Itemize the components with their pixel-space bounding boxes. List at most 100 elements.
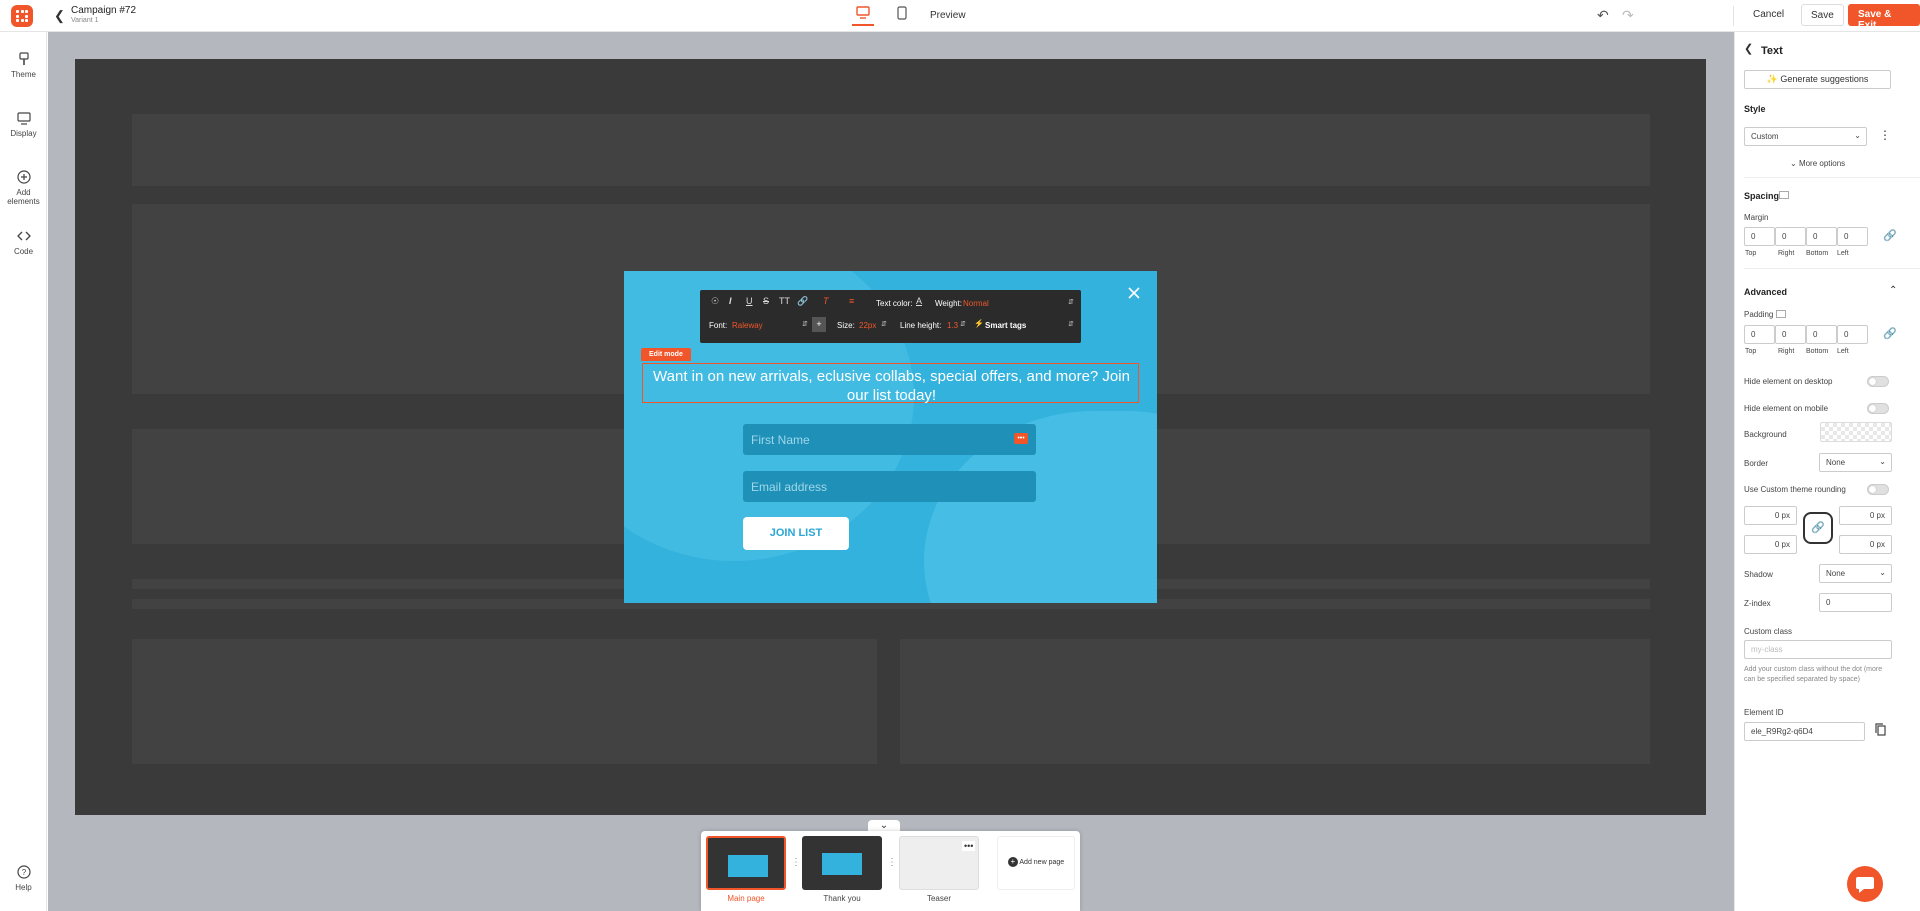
cancel-button[interactable]: Cancel (1753, 9, 1784, 20)
element-id-input[interactable]: ele_R9Rg2-q6D4 (1744, 722, 1865, 741)
app-logo[interactable] (11, 5, 33, 27)
join-list-button[interactable]: JOIN LIST (743, 517, 849, 550)
save-exit-button[interactable]: Save & Exit (1848, 4, 1920, 31)
size-select[interactable]: 22px (859, 321, 876, 330)
background-color-picker[interactable] (1820, 422, 1892, 442)
text-color-label: Text color: (876, 299, 913, 308)
drag-handle-icon[interactable]: ⋮ (887, 857, 897, 868)
back-chevron-icon[interactable]: ❮ (1744, 42, 1753, 55)
chat-button[interactable] (1847, 866, 1883, 902)
copy-icon[interactable] (1875, 723, 1886, 736)
sidebar-item-display[interactable]: Display (0, 111, 47, 138)
style-select[interactable]: Custom ⌄ (1744, 127, 1867, 146)
add-new-page-button[interactable]: + Add new page (997, 836, 1075, 890)
more-options-link[interactable]: ⌄ More options (1790, 159, 1845, 168)
clear-format-icon[interactable]: T (823, 296, 829, 306)
sidebar-item-label: Add elements (7, 188, 40, 206)
text-color-icon[interactable]: A (916, 296, 922, 306)
add-font-icon[interactable]: + (812, 317, 826, 332)
panel-title: Text (1761, 45, 1783, 57)
radius-top-left-input[interactable]: 0 px (1744, 506, 1797, 525)
zindex-label: Z-index (1744, 599, 1771, 608)
popup-headline[interactable]: Want in on new arrivals, eclusive collab… (643, 367, 1140, 405)
padding-top-input[interactable]: 0 (1744, 325, 1775, 344)
sidebar-item-code[interactable]: Code (0, 229, 47, 256)
strikethrough-icon[interactable]: S (763, 296, 769, 306)
sidebar-item-theme[interactable]: Theme (0, 52, 47, 79)
redo-icon[interactable]: ↷ (1622, 7, 1634, 24)
margin-bottom-input[interactable]: 0 (1806, 227, 1837, 246)
generate-label: Generate suggestions (1780, 74, 1869, 84)
page-thumb-main[interactable] (706, 836, 786, 890)
side-label: Bottom (1806, 250, 1829, 257)
custom-class-input[interactable]: my-class (1744, 640, 1892, 659)
back-chevron-icon[interactable]: ❮ (54, 8, 65, 23)
text-transform-icon[interactable]: TT (779, 296, 790, 306)
italic-icon[interactable]: I (729, 296, 732, 306)
lightning-icon: ⚡ (974, 319, 984, 328)
radius-bottom-left-input[interactable]: 0 px (1744, 535, 1797, 554)
radius-top-right-input[interactable]: 0 px (1839, 506, 1892, 525)
desktop-view-tab[interactable] (852, 6, 874, 26)
popup: ☉ I U S TT 🔗 T ≡ Text color: A Weight: N… (624, 271, 1157, 603)
chevron-up-icon[interactable]: ⌃ (1889, 285, 1897, 296)
mobile-view-tab[interactable] (891, 6, 913, 26)
font-select[interactable]: Raleway (732, 321, 763, 330)
link-chain-icon[interactable]: 🔗 (1883, 327, 1897, 340)
bold-icon[interactable]: ☉ (711, 296, 719, 307)
zindex-input[interactable]: 0 (1819, 593, 1892, 612)
first-name-placeholder: First Name (751, 433, 810, 447)
help-button[interactable]: ? Help (0, 865, 47, 892)
hide-mobile-toggle[interactable] (1867, 403, 1889, 414)
shadow-select[interactable]: None ⌄ (1819, 564, 1892, 583)
hide-desktop-toggle[interactable] (1867, 376, 1889, 387)
page-thumb-teaser[interactable]: ••• (899, 836, 979, 890)
padding-right-input[interactable]: 0 (1775, 325, 1806, 344)
text-toolbar: ☉ I U S TT 🔗 T ≡ Text color: A Weight: N… (700, 290, 1081, 343)
link-chain-icon[interactable]: 🔗 (1883, 229, 1897, 242)
help-icon: ? (16, 865, 31, 879)
radius-bottom-right-input[interactable]: 0 px (1839, 535, 1892, 554)
first-name-input[interactable]: First Name ••• (743, 424, 1036, 455)
email-input[interactable]: Email address (743, 471, 1036, 502)
side-label: Top (1745, 348, 1757, 355)
divider (1744, 177, 1920, 178)
align-icon[interactable]: ≡ (849, 296, 854, 306)
preview-button[interactable]: Preview (930, 10, 966, 21)
chevron-down-icon: ⌄ (1879, 568, 1886, 577)
custom-rounding-label: Use Custom theme rounding (1744, 485, 1846, 494)
sidebar-item-add-elements[interactable]: Add elements (0, 170, 47, 206)
smart-tags-button[interactable]: Smart tags (985, 321, 1026, 330)
undo-icon[interactable]: ↶ (1597, 7, 1609, 24)
padding-bottom-input[interactable]: 0 (1806, 325, 1837, 344)
more-options-label: More options (1798, 159, 1846, 168)
margin-top-input[interactable]: 0 (1744, 227, 1775, 246)
margin-right-input[interactable]: 0 (1775, 227, 1806, 246)
plus-circle-icon (16, 170, 31, 184)
svg-text:?: ? (21, 868, 26, 877)
divider (1733, 6, 1734, 26)
margin-left-input[interactable]: 0 (1837, 227, 1868, 246)
sidebar-item-label: Theme (11, 70, 36, 79)
weight-select[interactable]: Normal (963, 299, 989, 308)
drag-handle-icon[interactable]: ⋮ (791, 857, 801, 868)
link-icon[interactable]: 🔗 (797, 296, 808, 307)
page-thumb-thank-you[interactable] (802, 836, 882, 890)
chevron-updown-icon: ⇵ (960, 321, 966, 328)
mobile-icon (897, 6, 907, 20)
more-dots-icon[interactable]: ••• (1014, 433, 1028, 444)
kebab-menu-icon[interactable]: ⋮ (1879, 128, 1891, 142)
line-height-select[interactable]: 1.3 (947, 321, 958, 330)
underline-icon[interactable]: U (746, 296, 753, 306)
generate-suggestions-button[interactable]: ✨ Generate suggestions (1744, 70, 1891, 89)
close-icon[interactable] (1124, 283, 1144, 303)
custom-rounding-toggle[interactable] (1867, 484, 1889, 495)
padding-left-input[interactable]: 0 (1837, 325, 1868, 344)
side-label: Left (1837, 348, 1849, 355)
more-icon[interactable]: ••• (962, 841, 976, 851)
link-corners-icon[interactable]: 🔗 (1803, 512, 1833, 544)
headline-text-box[interactable]: Want in on new arrivals, eclusive collab… (642, 363, 1140, 405)
save-button[interactable]: Save (1801, 4, 1844, 26)
border-label: Border (1744, 459, 1769, 468)
border-select[interactable]: None ⌄ (1819, 453, 1892, 472)
